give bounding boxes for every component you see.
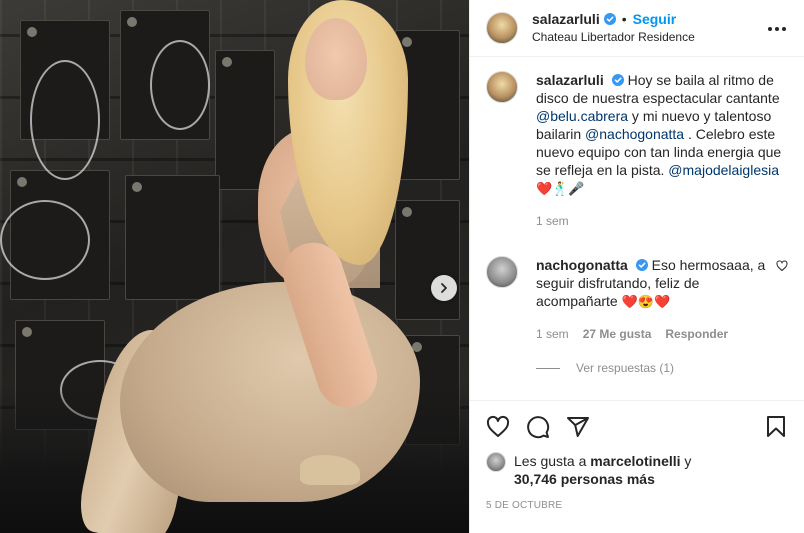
reply-button[interactable]: Responder [665, 325, 728, 343]
dancer-figure [0, 0, 469, 533]
next-photo-button[interactable] [431, 275, 457, 301]
verified-icon [603, 13, 616, 25]
comment-text: nachogonatta Eso hermosaaa, a seguir dis… [536, 256, 766, 311]
comment-time[interactable]: 1 sem [536, 325, 569, 343]
separator: • [621, 11, 627, 27]
comment: nachogonatta Eso hermosaaa, a seguir dis… [486, 256, 788, 343]
figure-legs [120, 282, 420, 502]
avatar[interactable] [486, 71, 518, 103]
comments-section: salazarluli Hoy se baila al ritmo de dis… [470, 57, 804, 400]
comment-body: nachogonatta Eso hermosaaa, a seguir dis… [536, 256, 766, 343]
likes-prefix: Les gusta a [514, 453, 591, 469]
post-date[interactable]: 5 DE OCTUBRE [470, 488, 804, 511]
dot [768, 27, 772, 31]
follow-button[interactable]: Seguir [633, 10, 677, 28]
figure-face [305, 18, 367, 100]
caption-meta: 1 sem [536, 212, 788, 230]
mention-link[interactable]: @nachogonatta [585, 126, 684, 142]
caption-text: salazarluli Hoy se baila al ritmo de dis… [536, 71, 788, 198]
share-icon[interactable] [566, 415, 590, 439]
verified-icon [611, 74, 624, 86]
post-side-panel: salazarluli • Seguir Chateau Libertador … [469, 0, 804, 533]
username-link[interactable]: salazarluli [532, 10, 600, 28]
caption-username[interactable]: salazarluli [536, 72, 604, 88]
caption-emojis: ❤️🕺🎤 [536, 181, 585, 196]
header-text: salazarluli • Seguir Chateau Libertador … [532, 10, 695, 46]
mention-link[interactable]: @majodelaiglesia [668, 162, 779, 178]
dot [775, 27, 779, 31]
dot [782, 27, 786, 31]
next-arrow-icon [441, 283, 447, 293]
likes-suffix: y [680, 453, 692, 469]
comment-username[interactable]: nachogonatta [536, 257, 628, 273]
likes-summary: Les gusta a marcelotinelli y 30,746 pers… [470, 452, 804, 488]
caption-time[interactable]: 1 sem [536, 212, 569, 230]
instagram-post: salazarluli • Seguir Chateau Libertador … [0, 0, 804, 533]
like-comment-icon[interactable] [776, 260, 788, 272]
comment-icon[interactable] [526, 415, 550, 439]
divider-line [536, 367, 560, 369]
post-header: salazarluli • Seguir Chateau Libertador … [470, 0, 804, 57]
post-photo[interactable] [0, 0, 469, 533]
mention-link[interactable]: @belu.cabrera [536, 108, 628, 124]
liker-username[interactable]: marcelotinelli [590, 453, 680, 469]
comment-emojis: ❤️😍❤️ [621, 294, 671, 309]
comment-likes[interactable]: 27 Me gusta [583, 325, 652, 343]
view-replies-label: Ver respuestas (1) [576, 361, 675, 375]
save-icon[interactable] [764, 415, 788, 439]
likes-text: Les gusta a marcelotinelli y 30,746 pers… [514, 452, 691, 488]
verified-icon [635, 259, 648, 271]
caption: salazarluli Hoy se baila al ritmo de dis… [486, 71, 788, 230]
heart-icon[interactable] [486, 415, 510, 439]
caption-body: salazarluli Hoy se baila al ritmo de dis… [536, 71, 788, 230]
likes-count[interactable]: 30,746 personas más [514, 471, 655, 487]
more-options-icon[interactable] [768, 20, 786, 38]
location-link[interactable]: Chateau Libertador Residence [532, 28, 695, 46]
comment-meta: 1 sem 27 Me gusta Responder [536, 325, 766, 343]
avatar[interactable] [486, 256, 518, 288]
avatar[interactable] [486, 12, 518, 44]
action-bar [470, 400, 804, 452]
header-row: salazarluli • Seguir [532, 10, 695, 28]
view-replies-button[interactable]: Ver respuestas (1) [536, 361, 788, 375]
avatar[interactable] [486, 452, 506, 472]
